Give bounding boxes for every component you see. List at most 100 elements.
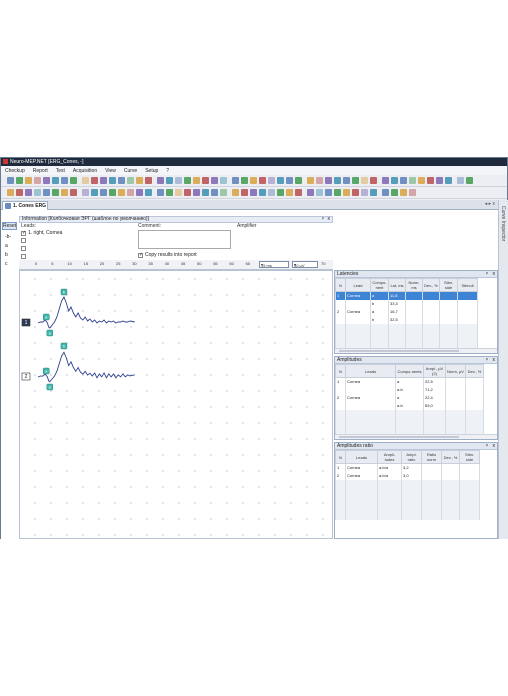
column-header[interactable]: Dev., % [422,278,440,292]
column-header[interactable]: Stimuli [457,278,478,292]
toolbar-tool-icon[interactable] [127,177,134,184]
sensitivity-select[interactable]: 40 µV ▾ [292,261,318,268]
menu-item-view[interactable]: View [105,168,116,174]
column-header[interactable]: N [335,278,346,292]
pin-icon[interactable]: ᵖ [486,443,488,450]
column-header[interactable]: Lat, ms [388,278,406,292]
toolbar-tool-icon[interactable] [175,189,182,196]
toolbar-tool-icon[interactable] [259,177,266,184]
toolbar-tool-icon[interactable] [370,189,377,196]
toolbar-tool-icon[interactable] [400,177,407,184]
toolbar-tool-icon[interactable] [268,189,275,196]
reset-button[interactable]: Reset [2,222,17,230]
toolbar-tool-icon[interactable] [127,189,134,196]
menu-item-report[interactable]: Report [33,168,48,174]
toolbar-tool-icon[interactable] [7,177,14,184]
column-header[interactable]: Stim. side [439,278,458,292]
close-icon[interactable]: x [493,357,496,364]
toolbar-tool-icon[interactable] [325,177,332,184]
toolbar-tool-icon[interactable] [136,189,143,196]
column-header[interactable]: Lead [345,278,371,292]
toolbar-tool-icon[interactable] [232,189,239,196]
toolbar-tool-icon[interactable] [61,177,68,184]
curve-inspector-panel[interactable]: Curve Inspector [498,200,508,539]
toolbar-tool-icon[interactable] [382,189,389,196]
toolbar-tool-icon[interactable] [286,189,293,196]
toolbar-tool-icon[interactable] [70,189,77,196]
toolbar-tool-icon[interactable] [334,177,341,184]
lead-checkbox[interactable] [21,254,26,259]
menu-item-checkup[interactable]: Checkup [5,168,25,174]
column-header[interactable]: Dev., % [465,364,484,378]
column-header[interactable]: Ampl., µV (2) [423,364,446,378]
pin-icon[interactable]: ᵖ [486,271,488,278]
toolbar-tool-icon[interactable] [145,177,152,184]
curve-plot[interactable]: 1aba2aba [19,270,333,539]
toolbar-tool-icon[interactable] [409,189,416,196]
toolbar-tool-icon[interactable] [307,189,314,196]
toolbar-tool-icon[interactable] [43,189,50,196]
toolbar-tool-icon[interactable] [466,177,473,184]
close-icon[interactable]: x [493,271,496,278]
toolbar-tool-icon[interactable] [277,189,284,196]
lead-row-empty[interactable] [21,246,26,251]
toolbar-tool-icon[interactable] [166,177,173,184]
table-row[interactable]: 2 Cornea a-b/a 3,0 [335,471,480,480]
toolbar-tool-icon[interactable] [325,189,332,196]
toolbar-tool-icon[interactable] [316,177,323,184]
table-row[interactable]: b 33,3 [335,299,478,308]
toolbar-tool-icon[interactable] [184,177,191,184]
toolbar-tool-icon[interactable] [436,177,443,184]
close-icon[interactable]: x [493,443,496,450]
toolbar-tool-icon[interactable] [100,189,107,196]
toolbar-tool-icon[interactable] [193,177,200,184]
toolbar-tool-icon[interactable] [361,189,368,196]
table-row[interactable]: 1 Cornea a 11,8 [335,291,478,300]
toolbar-tool-icon[interactable] [100,177,107,184]
toolbar-tool-icon[interactable] [166,189,173,196]
column-header[interactable]: Dev., % [441,450,460,464]
toolbar-tool-icon[interactable] [34,177,41,184]
toolbar-tool-icon[interactable] [157,177,164,184]
toolbar-tool-icon[interactable] [250,189,257,196]
menu-item-setup[interactable]: Setup [145,168,158,174]
toolbar-tool-icon[interactable] [361,177,368,184]
table-row[interactable]: 2 Cornea a 16,7 [335,307,478,316]
column-header[interactable]: Ampl. ratio [401,450,422,464]
column-header[interactable]: N [335,364,346,378]
tab-controls[interactable]: ◂ ▸ x [485,201,495,207]
toolbar-tool-icon[interactable] [118,177,125,184]
toolbar-tool-icon[interactable] [61,189,68,196]
toolbar-tool-icon[interactable] [175,177,182,184]
column-header[interactable]: Compo-nent [370,278,389,292]
toolbar-tool-icon[interactable] [445,177,452,184]
toolbar-tool-icon[interactable] [52,177,59,184]
toolbar-tool-icon[interactable] [91,189,98,196]
toolbar-tool-icon[interactable] [136,177,143,184]
toolbar-tool-icon[interactable] [295,189,302,196]
toolbar-tool-icon[interactable] [16,177,23,184]
toolbar-tool-icon[interactable] [307,177,314,184]
toolbar-tool-icon[interactable] [220,177,227,184]
column-header[interactable]: Ampli-tudes [377,450,402,464]
toolbar-tool-icon[interactable] [232,177,239,184]
toolbar-tool-icon[interactable] [82,177,89,184]
lead-checkbox[interactable] [21,246,26,251]
toolbar-tool-icon[interactable] [202,177,209,184]
tab-cones-erg[interactable]: 1. Cones ERG [2,201,48,210]
toolbar-tool-icon[interactable] [211,189,218,196]
toolbar-tool-icon[interactable] [184,189,191,196]
toolbar-tool-icon[interactable] [220,189,227,196]
menu-item-curve[interactable]: Curve [124,168,137,174]
column-header[interactable]: Norm, µV [445,364,466,378]
toolbar-tool-icon[interactable] [34,189,41,196]
pin-icon[interactable]: ᵖ [322,217,324,222]
toolbar-tool-icon[interactable] [118,189,125,196]
lead-checkbox[interactable] [21,238,26,243]
toolbar-tool-icon[interactable] [211,177,218,184]
toolbar-tool-icon[interactable] [25,189,32,196]
comment-input[interactable] [138,230,231,249]
toolbar-tool-icon[interactable] [16,189,23,196]
horizontal-scrollbar[interactable] [335,434,497,439]
toolbar-tool-icon[interactable] [382,177,389,184]
